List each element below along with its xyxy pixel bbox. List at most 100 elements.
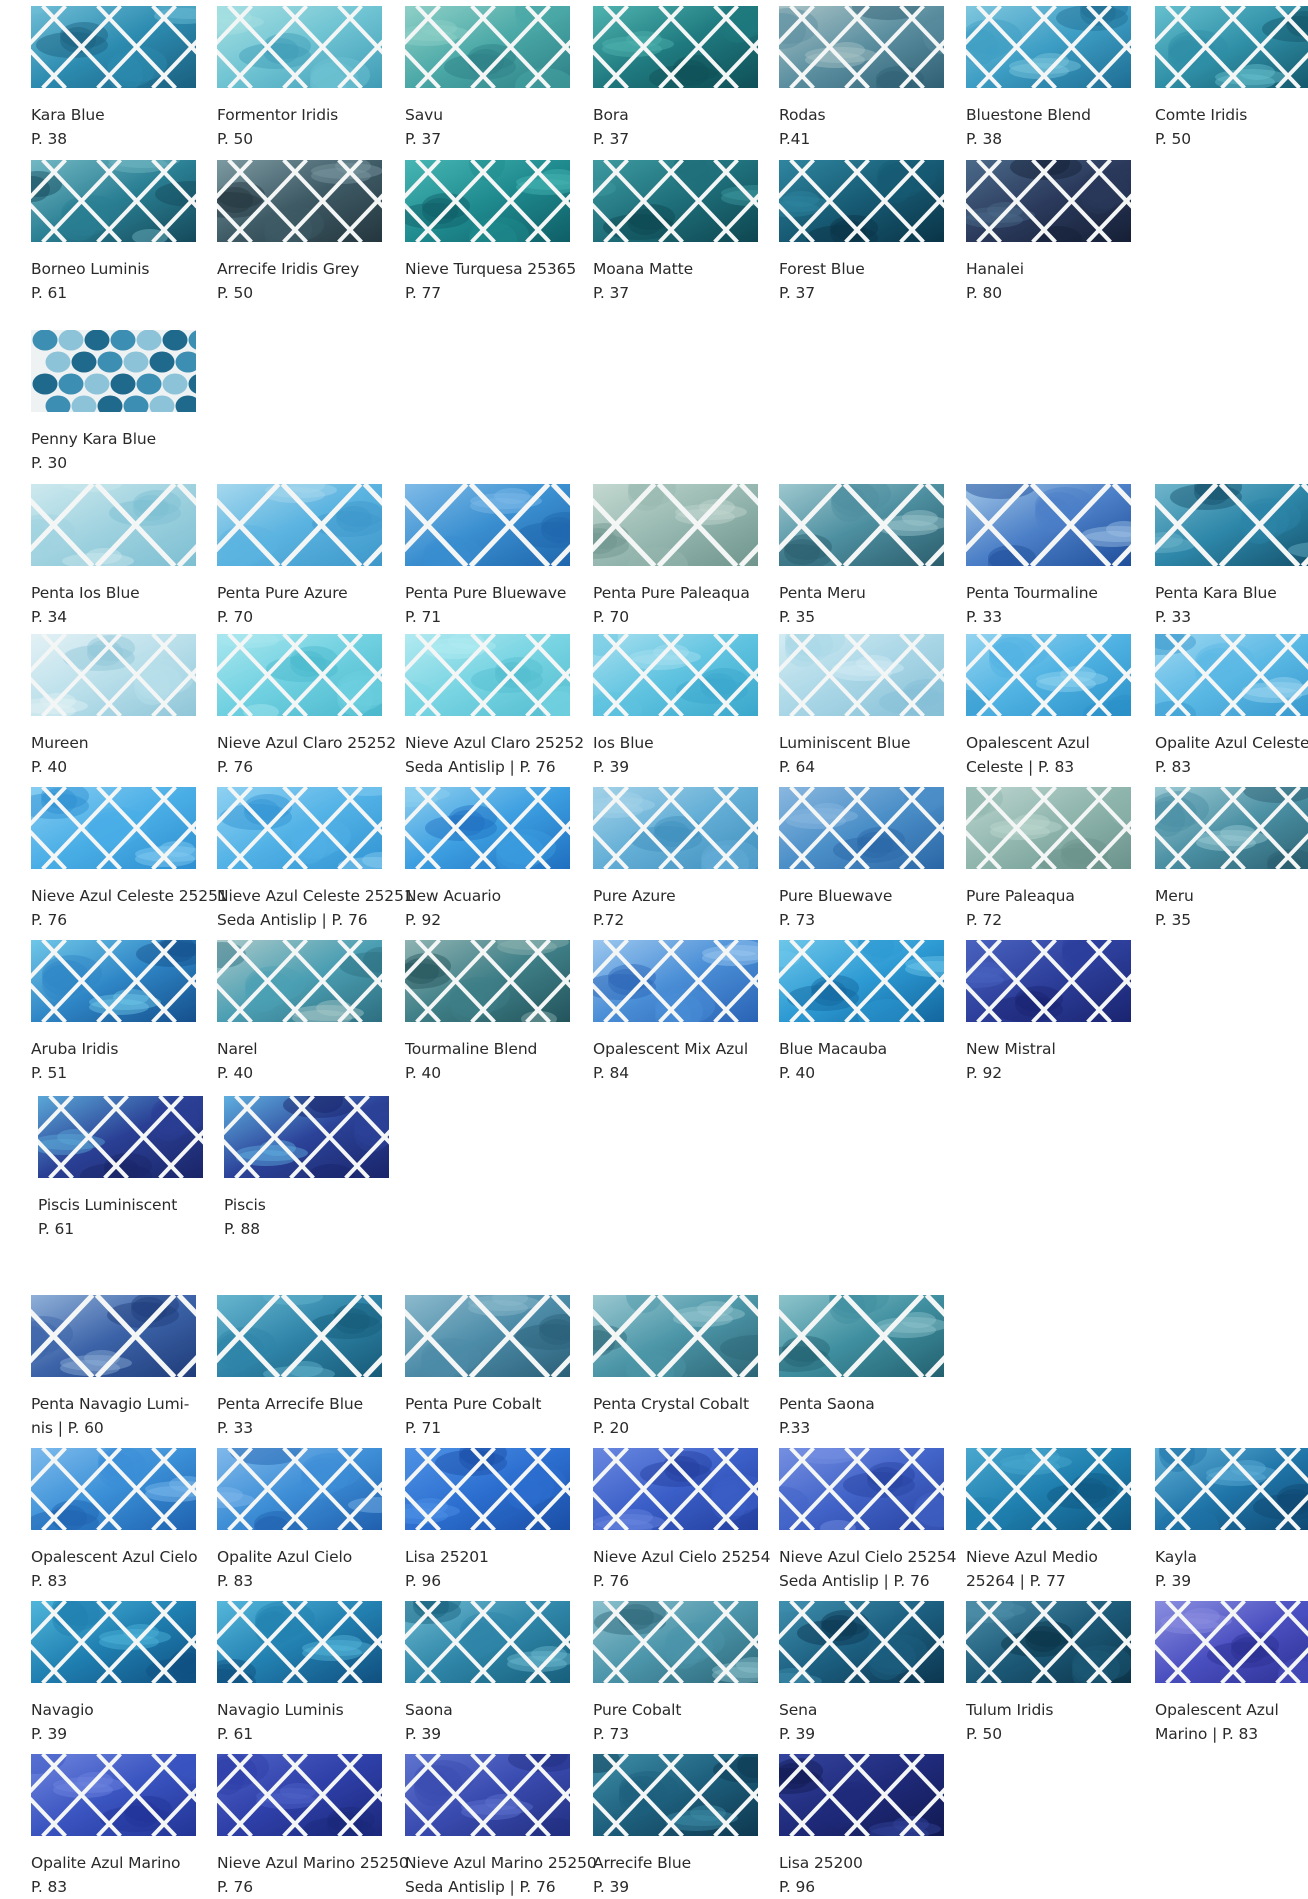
tile-card[interactable]: Nieve Azul Cielo 25254 Seda Antislip | P.… [779, 1448, 956, 1593]
tile-swatch-image[interactable] [217, 1754, 382, 1836]
tile-card[interactable]: Opalescent Azul Celeste | P. 83 [966, 634, 1131, 779]
tile-card[interactable]: Nieve Azul Marino 25250 Seda Antislip | P… [405, 1754, 597, 1899]
tile-card[interactable]: Pure Azure P.72 [593, 787, 758, 932]
tile-card[interactable]: Opalescent Azul Cielo P. 83 [31, 1448, 198, 1593]
tile-card[interactable]: Pure Paleaqua P. 72 [966, 787, 1131, 932]
tile-card[interactable]: Navagio Luminis P. 61 [217, 1601, 382, 1746]
tile-card[interactable]: Mureen P. 40 [31, 634, 196, 779]
tile-swatch-image[interactable] [779, 1295, 944, 1377]
tile-card[interactable]: Savu P. 37 [405, 6, 570, 151]
tile-card[interactable]: New Mistral P. 92 [966, 940, 1131, 1085]
tile-swatch-image[interactable] [31, 1295, 196, 1377]
tile-swatch-image[interactable] [779, 634, 944, 716]
tile-card[interactable]: Forest Blue P. 37 [779, 160, 944, 305]
tile-card[interactable]: Opalite Azul Cielo P. 83 [217, 1448, 382, 1593]
tile-card[interactable]: Nieve Azul Celeste 25251 P. 76 [31, 787, 228, 932]
tile-swatch-image[interactable] [224, 1096, 389, 1178]
tile-card[interactable]: Bora P. 37 [593, 6, 758, 151]
tile-card[interactable]: Nieve Azul Medio 25264 | P. 77 [966, 1448, 1131, 1593]
tile-swatch-image[interactable] [779, 940, 944, 1022]
tile-card[interactable]: Penta Meru P. 35 [779, 484, 944, 629]
tile-card[interactable]: Penta Kara Blue P. 33 [1155, 484, 1308, 629]
tile-swatch-image[interactable] [31, 1754, 196, 1836]
tile-card[interactable]: Nieve Azul Marino 25250 P. 76 [217, 1754, 409, 1899]
tile-card[interactable]: Penta Navagio Lumi-nis | P. 60 [31, 1295, 196, 1440]
tile-card[interactable]: Hanalei P. 80 [966, 160, 1131, 305]
tile-swatch-image[interactable] [405, 160, 570, 242]
tile-card[interactable]: Formentor Iridis P. 50 [217, 6, 382, 151]
tile-swatch-image[interactable] [966, 484, 1131, 566]
tile-swatch-image[interactable] [779, 484, 944, 566]
tile-swatch-image[interactable] [779, 1448, 944, 1530]
tile-card[interactable]: Saona P. 39 [405, 1601, 570, 1746]
tile-swatch-image[interactable] [405, 1295, 570, 1377]
tile-swatch-image[interactable] [1155, 484, 1308, 566]
tile-swatch-image[interactable] [593, 1448, 758, 1530]
tile-swatch-image[interactable] [405, 787, 570, 869]
tile-swatch-image[interactable] [217, 6, 382, 88]
tile-card[interactable]: Blue Macauba P. 40 [779, 940, 944, 1085]
tile-swatch-image[interactable] [1155, 787, 1308, 869]
tile-swatch-image[interactable] [31, 330, 196, 412]
tile-swatch-image[interactable] [593, 484, 758, 566]
tile-card[interactable]: Kara Blue P. 38 [31, 6, 196, 151]
tile-swatch-image[interactable] [405, 1601, 570, 1683]
tile-card[interactable]: Aruba Iridis P. 51 [31, 940, 196, 1085]
tile-card[interactable]: Pure Cobalt P. 73 [593, 1601, 758, 1746]
tile-card[interactable]: Nieve Azul Celeste 25251 Seda Antislip | … [217, 787, 414, 932]
tile-swatch-image[interactable] [593, 787, 758, 869]
tile-swatch-image[interactable] [405, 1754, 570, 1836]
tile-card[interactable]: Navagio P. 39 [31, 1601, 196, 1746]
tile-card[interactable]: Penta Pure Bluewave P. 71 [405, 484, 570, 629]
tile-card[interactable]: Luminiscent Blue P. 64 [779, 634, 944, 779]
tile-card[interactable]: Penta Crystal Cobalt P. 20 [593, 1295, 758, 1440]
tile-card[interactable]: Opalescent Azul Marino | P. 83 [1155, 1601, 1308, 1746]
tile-card[interactable]: Opalite Azul Marino P. 83 [31, 1754, 196, 1899]
tile-swatch-image[interactable] [405, 484, 570, 566]
tile-swatch-image[interactable] [31, 6, 196, 88]
tile-card[interactable]: Penny Kara Blue P. 30 [31, 330, 196, 475]
tile-swatch-image[interactable] [217, 160, 382, 242]
tile-swatch-image[interactable] [1155, 6, 1308, 88]
tile-swatch-image[interactable] [217, 484, 382, 566]
tile-swatch-image[interactable] [593, 1754, 758, 1836]
tile-card[interactable]: Nieve Azul Cielo 25254 P. 76 [593, 1448, 770, 1593]
tile-swatch-image[interactable] [31, 484, 196, 566]
tile-card[interactable]: Piscis Luminiscent P. 61 [38, 1096, 203, 1241]
tile-swatch-image[interactable] [593, 1295, 758, 1377]
tile-swatch-image[interactable] [593, 6, 758, 88]
tile-card[interactable]: Penta Arrecife Blue P. 33 [217, 1295, 382, 1440]
tile-card[interactable]: Penta Tourmaline P. 33 [966, 484, 1131, 629]
tile-card[interactable]: Lisa 25200 P. 96 [779, 1754, 944, 1899]
tile-card[interactable]: Sena P. 39 [779, 1601, 944, 1746]
tile-card[interactable]: Meru P. 35 [1155, 787, 1308, 932]
tile-swatch-image[interactable] [593, 1601, 758, 1683]
tile-swatch-image[interactable] [966, 160, 1131, 242]
tile-card[interactable]: Narel P. 40 [217, 940, 382, 1085]
tile-card[interactable]: Piscis P. 88 [224, 1096, 389, 1241]
tile-card[interactable]: Opalite Azul Celeste P. 83 [1155, 634, 1308, 779]
tile-card[interactable]: Rodas P.41 [779, 6, 944, 151]
tile-card[interactable]: Nieve Azul Claro 25252 Seda Antislip | P.… [405, 634, 584, 779]
tile-swatch-image[interactable] [1155, 1601, 1308, 1683]
tile-swatch-image[interactable] [31, 940, 196, 1022]
tile-swatch-image[interactable] [217, 634, 382, 716]
tile-swatch-image[interactable] [966, 940, 1131, 1022]
tile-card[interactable]: Opalescent Mix Azul P. 84 [593, 940, 758, 1085]
tile-swatch-image[interactable] [593, 634, 758, 716]
tile-card[interactable]: Penta Ios Blue P. 34 [31, 484, 196, 629]
tile-card[interactable]: Arrecife Iridis Grey P. 50 [217, 160, 382, 305]
tile-card[interactable]: New Acuario P. 92 [405, 787, 570, 932]
tile-swatch-image[interactable] [779, 6, 944, 88]
tile-swatch-image[interactable] [779, 1754, 944, 1836]
tile-swatch-image[interactable] [1155, 1448, 1308, 1530]
tile-card[interactable]: Ios Blue P. 39 [593, 634, 758, 779]
tile-swatch-image[interactable] [217, 940, 382, 1022]
tile-swatch-image[interactable] [405, 940, 570, 1022]
tile-swatch-image[interactable] [217, 787, 382, 869]
tile-swatch-image[interactable] [31, 1448, 196, 1530]
tile-swatch-image[interactable] [1155, 634, 1308, 716]
tile-swatch-image[interactable] [31, 160, 196, 242]
tile-swatch-image[interactable] [217, 1601, 382, 1683]
tile-swatch-image[interactable] [966, 1448, 1131, 1530]
